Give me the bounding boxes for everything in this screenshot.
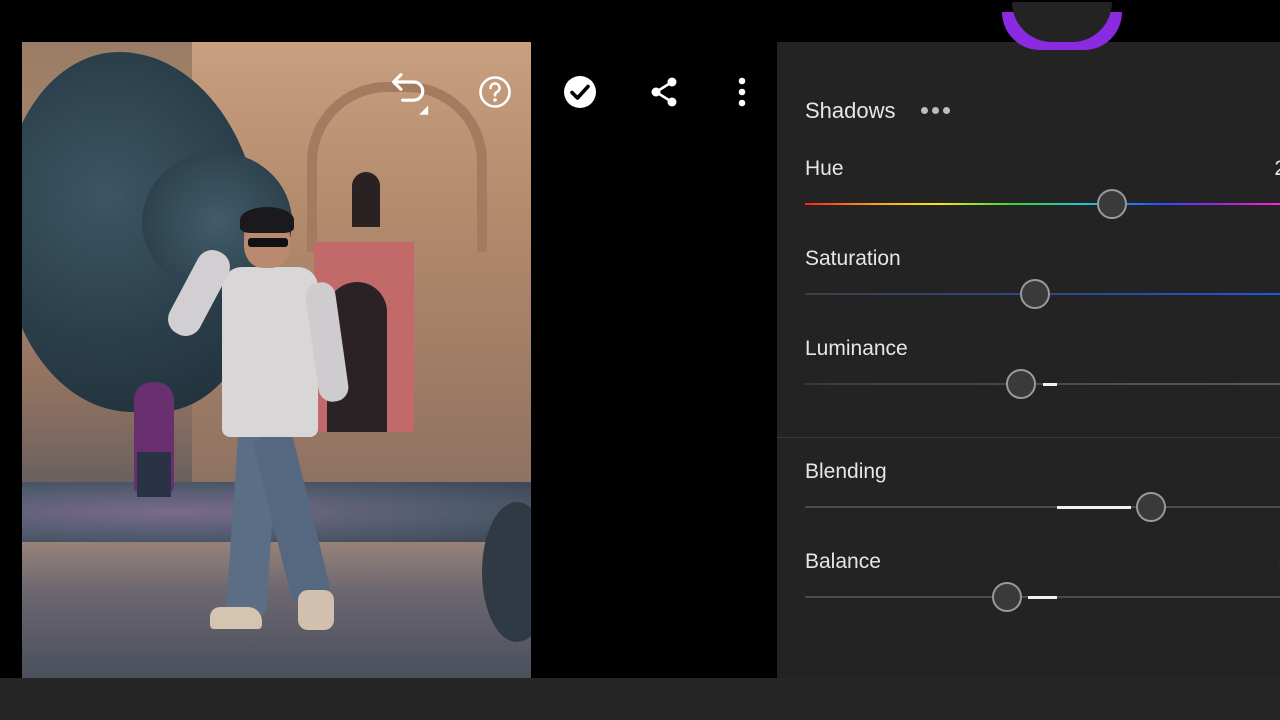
blending-slider-fill — [1057, 505, 1132, 509]
luminance-slider-handle[interactable] — [1006, 369, 1036, 399]
photo-window — [352, 172, 380, 227]
luminance-slider-fill — [1042, 382, 1057, 386]
photo-person-sunglasses — [248, 238, 288, 247]
more-horizontal-icon[interactable] — [921, 98, 953, 122]
blending-label: Blending — [805, 460, 887, 483]
photo-person-shoe — [210, 607, 262, 629]
balance-slider-handle[interactable] — [991, 582, 1022, 612]
balance-slider[interactable] — [805, 582, 1280, 612]
divider — [777, 437, 1280, 438]
hue-slider[interactable] — [805, 189, 1280, 219]
balance-label: Balance — [805, 550, 881, 573]
saturation-label: Saturation — [805, 247, 901, 270]
saturation-slider-handle[interactable] — [1020, 279, 1051, 309]
section-title[interactable]: Shadows — [805, 98, 896, 124]
help-circle-icon[interactable] — [475, 72, 515, 112]
undo-icon[interactable] — [390, 72, 430, 115]
blending-slider[interactable] — [805, 492, 1280, 522]
luminance-label: Luminance — [805, 337, 908, 360]
hue-value: 2 — [1274, 157, 1280, 181]
saturation-slider[interactable] — [805, 279, 1280, 309]
color-grading-panel: Shadows Hue 2 Saturation Luminance Blend… — [777, 2, 1280, 678]
blending-slider-handle[interactable] — [1135, 492, 1166, 522]
checkmark-circle-icon[interactable] — [560, 72, 600, 112]
photo-person-shoe — [298, 590, 334, 630]
photo-person-hair — [240, 207, 294, 233]
more-vertical-icon[interactable] — [722, 72, 762, 112]
hue-slider-handle[interactable] — [1097, 189, 1128, 219]
share-icon[interactable] — [644, 72, 684, 112]
balance-slider-fill — [1028, 595, 1057, 599]
bottom-bar — [0, 678, 1280, 720]
hue-label: Hue — [805, 157, 844, 180]
photo-preview — [22, 42, 531, 678]
photo-ground — [22, 537, 531, 678]
luminance-slider[interactable] — [805, 369, 1280, 399]
photo-bystander-legs — [137, 452, 171, 497]
photo-person-torso — [222, 267, 318, 437]
